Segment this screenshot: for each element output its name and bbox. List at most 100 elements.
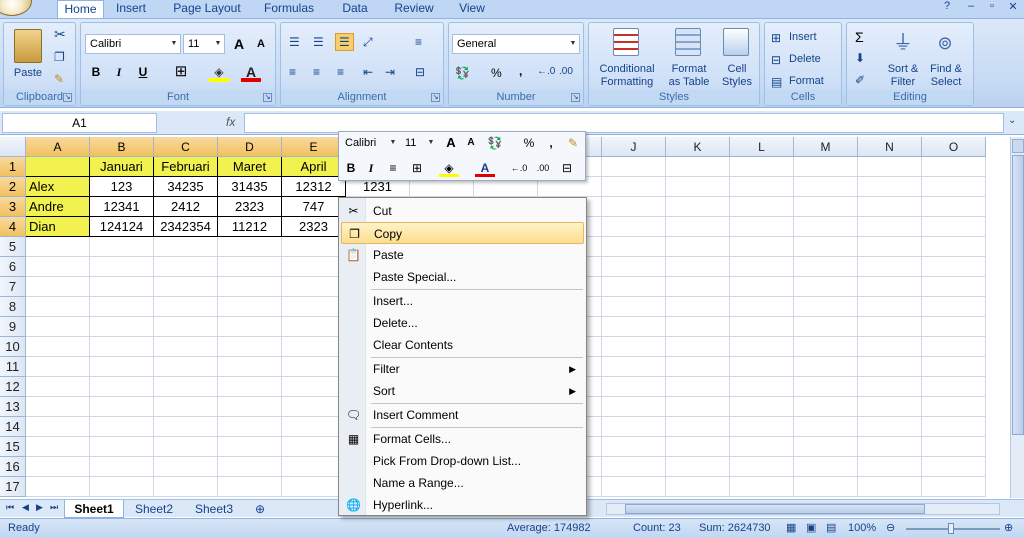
cell-c9[interactable] — [154, 317, 218, 337]
cell-m5[interactable] — [794, 237, 858, 257]
cell-c11[interactable] — [154, 357, 218, 377]
cell-m1[interactable] — [794, 157, 858, 177]
row-header-7[interactable]: 7 — [0, 277, 26, 297]
row-header-1[interactable]: 1 — [0, 157, 26, 177]
conditional-formatting-label-2[interactable]: Formatting — [591, 76, 663, 89]
insert-cells-button[interactable]: Insert — [789, 31, 817, 44]
conditional-formatting-icon[interactable] — [613, 28, 639, 56]
cell-l4[interactable] — [730, 217, 794, 237]
cell-b14[interactable] — [90, 417, 154, 437]
mini-bold-icon[interactable]: B — [341, 158, 361, 178]
mini-increase-decimal-icon[interactable]: ←.0 — [509, 158, 529, 178]
select-all-corner[interactable] — [0, 137, 26, 157]
cell-b7[interactable] — [90, 277, 154, 297]
cell-n5[interactable] — [858, 237, 922, 257]
cell-b4[interactable]: 124124 — [90, 217, 154, 237]
cell-m15[interactable] — [794, 437, 858, 457]
cell-j2[interactable] — [602, 177, 666, 197]
cell-m17[interactable] — [794, 477, 858, 497]
align-bottom-icon[interactable]: ☰ — [335, 33, 354, 51]
cell-a13[interactable] — [26, 397, 90, 417]
cell-c16[interactable] — [154, 457, 218, 477]
mini-currency-icon[interactable]: 💱 — [485, 133, 505, 153]
cell-e3[interactable]: 747 — [282, 197, 346, 217]
cell-k5[interactable] — [666, 237, 730, 257]
help-icon[interactable]: ? — [938, 0, 956, 12]
cell-c2[interactable]: 34235 — [154, 177, 218, 197]
cell-l14[interactable] — [730, 417, 794, 437]
insert-cells-icon[interactable]: ⊞ — [771, 31, 781, 45]
cell-e16[interactable] — [282, 457, 346, 477]
cell-a16[interactable] — [26, 457, 90, 477]
cell-o6[interactable] — [922, 257, 986, 277]
cell-d16[interactable] — [218, 457, 282, 477]
clipboard-launcher-icon[interactable]: ↘ — [63, 93, 72, 102]
cell-styles-icon[interactable] — [723, 28, 749, 56]
cell-d1[interactable]: Maret — [218, 157, 282, 177]
cell-k16[interactable] — [666, 457, 730, 477]
cell-l5[interactable] — [730, 237, 794, 257]
cell-n14[interactable] — [858, 417, 922, 437]
menu-item-paste[interactable]: 📋 Paste — [341, 244, 584, 266]
cell-j12[interactable] — [602, 377, 666, 397]
sheet-tab-sheet1[interactable]: Sheet1 — [64, 500, 124, 518]
cell-j10[interactable] — [602, 337, 666, 357]
cell-o5[interactable] — [922, 237, 986, 257]
cell-m7[interactable] — [794, 277, 858, 297]
shrink-font-button[interactable]: A — [251, 34, 271, 54]
zoom-slider-thumb[interactable] — [948, 523, 954, 534]
menu-item-name-a-range[interactable]: Name a Range... — [341, 472, 584, 494]
cell-b3[interactable]: 12341 — [90, 197, 154, 217]
cell-j1[interactable] — [602, 157, 666, 177]
menu-item-clear-contents[interactable]: Clear Contents — [341, 334, 584, 356]
cell-a14[interactable] — [26, 417, 90, 437]
cell-e17[interactable] — [282, 477, 346, 497]
format-as-table-label[interactable]: Format — [663, 63, 715, 76]
cell-k9[interactable] — [666, 317, 730, 337]
cell-d10[interactable] — [218, 337, 282, 357]
cell-c13[interactable] — [154, 397, 218, 417]
mini-font-color-icon[interactable]: A — [475, 158, 495, 177]
cell-o15[interactable] — [922, 437, 986, 457]
cell-e6[interactable] — [282, 257, 346, 277]
currency-icon[interactable]: 💱 — [455, 66, 470, 80]
cell-d5[interactable] — [218, 237, 282, 257]
row-header-14[interactable]: 14 — [0, 417, 26, 437]
cell-d4[interactable]: 11212 — [218, 217, 282, 237]
wrap-text-icon[interactable]: ≡ — [415, 35, 422, 49]
menu-item-copy[interactable]: ❐ Copy — [341, 222, 584, 244]
cell-m2[interactable] — [794, 177, 858, 197]
cell-n9[interactable] — [858, 317, 922, 337]
first-sheet-icon[interactable]: ⏮ — [6, 502, 14, 513]
cell-a4[interactable]: Dian — [26, 217, 90, 237]
cell-o2[interactable] — [922, 177, 986, 197]
cell-j4[interactable] — [602, 217, 666, 237]
cell-n10[interactable] — [858, 337, 922, 357]
format-as-table-label-2[interactable]: as Table — [663, 76, 715, 89]
cell-n12[interactable] — [858, 377, 922, 397]
format-cells-icon[interactable]: ▤ — [771, 75, 782, 89]
format-as-table-icon[interactable] — [675, 28, 701, 56]
mini-font-combo[interactable]: Calibri ▼ — [341, 134, 399, 153]
cell-l15[interactable] — [730, 437, 794, 457]
cell-b12[interactable] — [90, 377, 154, 397]
cell-m9[interactable] — [794, 317, 858, 337]
align-left-icon[interactable]: ≡ — [289, 65, 296, 79]
cell-k7[interactable] — [666, 277, 730, 297]
cell-k15[interactable] — [666, 437, 730, 457]
cell-j16[interactable] — [602, 457, 666, 477]
sort-filter-label[interactable]: Sort & — [883, 63, 923, 76]
find-select-label[interactable]: Find & — [925, 63, 967, 76]
menu-item-delete[interactable]: Delete... — [341, 312, 584, 334]
cell-b11[interactable] — [90, 357, 154, 377]
cell-k11[interactable] — [666, 357, 730, 377]
cell-c4[interactable]: 2342354 — [154, 217, 218, 237]
cell-j6[interactable] — [602, 257, 666, 277]
cell-j15[interactable] — [602, 437, 666, 457]
cell-m14[interactable] — [794, 417, 858, 437]
cell-l16[interactable] — [730, 457, 794, 477]
mini-percent-button[interactable]: % — [519, 133, 539, 153]
cell-d7[interactable] — [218, 277, 282, 297]
scroll-thumb[interactable] — [1012, 155, 1024, 435]
cell-e13[interactable] — [282, 397, 346, 417]
